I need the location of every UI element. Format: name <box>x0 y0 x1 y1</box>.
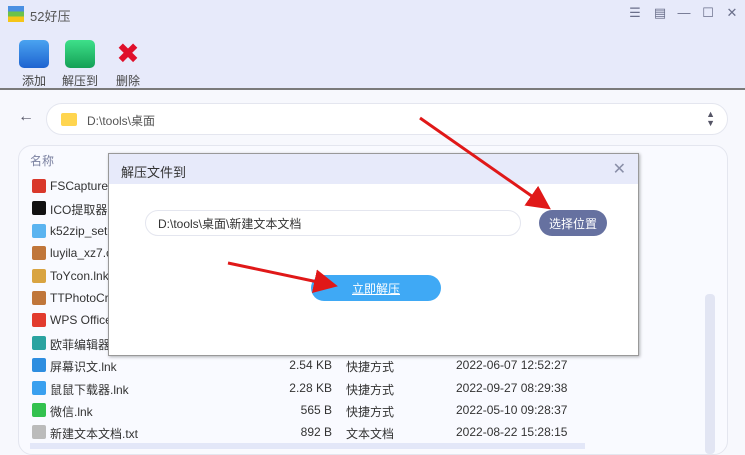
file-type: 文本文档 <box>346 427 395 442</box>
folder-icon <box>61 113 77 126</box>
file-name: 鼠鼠下载器.lnk <box>50 382 129 397</box>
delete-label: 删除 <box>115 74 140 88</box>
dialog-title: 解压文件到 <box>121 165 187 180</box>
select-location-button[interactable]: 选择位置 <box>539 210 607 236</box>
extract-button[interactable]: 解压到 <box>60 40 100 89</box>
file-date: 2022-05-10 09:28:37 <box>456 403 568 417</box>
file-name: 屏幕识文.lnk <box>50 360 117 375</box>
extract-to-dialog: 解压文件到 ✕ 选择位置 立即解压 <box>108 153 639 356</box>
file-icon <box>32 246 46 261</box>
minimize-icon[interactable]: — <box>676 5 692 20</box>
app-title: 52好压 <box>30 9 71 24</box>
file-type: 快捷方式 <box>346 382 395 397</box>
address-path: D:\tools\桌面 <box>87 114 156 128</box>
file-row[interactable]: 屏幕识文.lnk 2.54 KB 快捷方式 2022-06-07 12:52:2… <box>28 355 588 377</box>
destination-path-input[interactable] <box>145 210 521 236</box>
file-icon <box>32 335 46 350</box>
file-date: 2022-06-07 12:52:27 <box>456 358 568 373</box>
file-name: ICO提取器.l <box>50 203 114 218</box>
feedback-icon[interactable]: ▤ <box>652 5 668 21</box>
file-icon <box>32 201 46 216</box>
file-type: 快捷方式 <box>346 405 395 419</box>
file-name: TTPhotoCro <box>50 291 116 305</box>
file-row[interactable]: 微信.lnk 565 B 快捷方式 2022-05-10 09:28:37 <box>28 400 588 422</box>
file-icon <box>32 403 46 417</box>
file-icon <box>32 291 46 305</box>
close-icon[interactable]: ✕ <box>724 5 740 21</box>
file-icon <box>32 358 46 373</box>
file-name: WPS Office <box>50 313 112 328</box>
file-icon <box>32 268 46 283</box>
file-icon <box>32 425 46 440</box>
file-size: 565 B <box>300 403 332 417</box>
dialog-header: 解压文件到 ✕ <box>109 154 638 184</box>
add-label: 添加 <box>21 74 46 88</box>
dialog-close-icon[interactable]: ✕ <box>613 159 626 179</box>
maximize-icon[interactable]: ☐ <box>700 5 716 21</box>
file-icon <box>32 223 46 238</box>
file-row[interactable]: 鼠鼠下载器.lnk 2.28 KB 快捷方式 2022-09-27 08:29:… <box>28 378 588 400</box>
file-icon <box>32 179 46 193</box>
add-button[interactable]: 添加 <box>14 40 54 89</box>
address-bar[interactable]: D:\tools\桌面 ▲ ▼ <box>46 103 728 135</box>
scrollbar[interactable] <box>705 294 715 454</box>
file-date: 2022-08-22 15:28:15 <box>456 425 568 440</box>
file-size: 2.28 KB <box>289 380 332 395</box>
add-icon <box>19 40 49 68</box>
delete-icon: ✖ <box>116 38 140 69</box>
file-type: 快捷方式 <box>346 360 395 375</box>
menu-icon[interactable]: ☰ <box>627 5 643 21</box>
column-header-name[interactable]: 名称 <box>30 152 54 169</box>
file-name: luyila_xz7.c <box>50 246 113 261</box>
file-size: 2.54 KB <box>289 358 332 373</box>
back-arrow-icon[interactable]: ← <box>18 108 34 126</box>
delete-button[interactable]: ✖ 删除 <box>108 40 148 89</box>
file-name: k52zip_setu <box>50 223 115 238</box>
app-logo-icon <box>8 6 24 22</box>
file-date: 2022-09-27 08:29:38 <box>456 380 568 395</box>
title-toolbar-area: 52好压 ☰ ▤ — ☐ ✕ 添加 解压到 ✖ 删除 <box>0 0 745 90</box>
extract-icon <box>65 40 95 68</box>
file-icon <box>32 313 46 328</box>
extract-now-button[interactable]: 立即解压 <box>311 275 441 301</box>
file-size: 892 B <box>300 425 332 440</box>
extract-label: 解压到 <box>61 74 98 88</box>
file-row[interactable]: 新建文本文档.txt 892 B 文本文档 2022-08-22 15:28:1… <box>28 422 588 444</box>
file-name: 新建文本文档.txt <box>50 427 139 442</box>
file-name: ToYcon.lnk <box>50 268 109 283</box>
file-name: 微信.lnk <box>50 405 93 419</box>
file-icon <box>32 380 46 395</box>
sort-updown-icon[interactable]: ▲ ▼ <box>706 110 715 128</box>
selected-row-highlight <box>30 443 585 449</box>
